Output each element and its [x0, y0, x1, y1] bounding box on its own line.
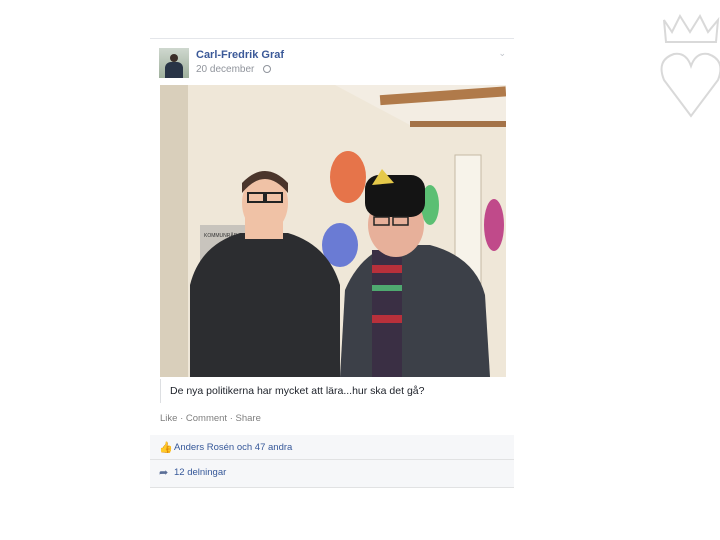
post-actions: Like · Comment · Share — [160, 413, 261, 424]
globe-icon — [263, 65, 272, 74]
thumbs-up-icon: 👍 — [159, 442, 173, 454]
comment-link[interactable]: Comment — [186, 413, 227, 424]
likes-row[interactable]: 👍 Anders Rosén och 47 andra — [150, 435, 514, 460]
post-photo[interactable]: KOMMUNRÅD — [160, 85, 506, 377]
likes-text[interactable]: Anders Rosén och 47 andra — [174, 442, 292, 453]
facebook-post-card: Carl-Fredrik Graf 20 december ⌄ KOMMUNRÅ… — [150, 38, 514, 501]
share-icon: ➦ — [159, 467, 169, 479]
shares-text[interactable]: 12 delningar — [174, 467, 226, 478]
share-link[interactable]: Share — [236, 413, 261, 424]
caption-divider — [160, 379, 161, 403]
post-caption: De nya politikerna har mycket att lära..… — [170, 385, 425, 397]
like-link[interactable]: Like — [160, 413, 177, 424]
shares-row[interactable]: ➦ 12 delningar — [150, 460, 514, 488]
author-avatar[interactable] — [159, 48, 189, 78]
author-name[interactable]: Carl-Fredrik Graf — [196, 49, 284, 61]
post-date[interactable]: 20 december — [196, 64, 254, 75]
post-meta: 20 december — [196, 64, 272, 75]
crown-heart-logo — [660, 13, 720, 118]
chevron-down-icon[interactable]: ⌄ — [498, 48, 506, 59]
